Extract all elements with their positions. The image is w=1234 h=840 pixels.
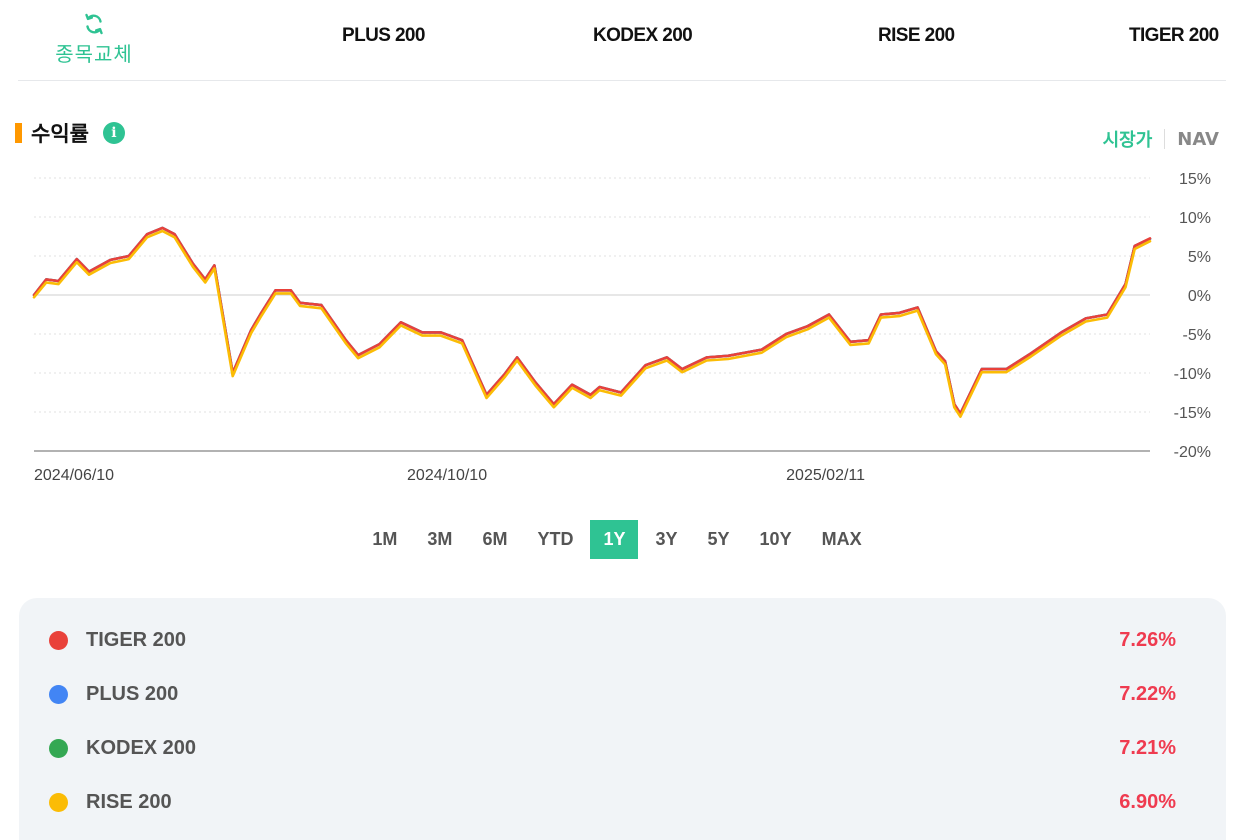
legend-dot bbox=[49, 630, 68, 650]
y-tick-label: -15% bbox=[1174, 405, 1211, 422]
period-selector: 1M 3M 6M YTD 1Y 3Y 5Y 10Y MAX bbox=[0, 520, 1234, 559]
legend-name[interactable]: KODEX 200 bbox=[86, 737, 196, 760]
section-title: 수익률 bbox=[31, 122, 89, 146]
returns-chart: 15% 10% 5% 0% -5% -10% -15% -20% 2024/06/10 2024/… bbox=[32, 171, 1211, 484]
legend-row: KODEX 200 7.21% bbox=[19, 733, 1226, 763]
chart-lines bbox=[32, 226, 1152, 419]
series-line-rise-200 bbox=[32, 229, 1152, 419]
period-5y[interactable]: 5Y bbox=[695, 520, 743, 559]
swap-label: 종목교체 bbox=[55, 42, 133, 66]
legend-name[interactable]: PLUS 200 bbox=[86, 683, 178, 706]
section-header: 수익률 i bbox=[15, 120, 125, 146]
fund-selector-bar: 종목교체 PLUS 200 KODEX 200 RISE 200 TIGER 2… bbox=[18, 0, 1226, 81]
period-max[interactable]: MAX bbox=[809, 520, 875, 559]
legend-name[interactable]: TIGER 200 bbox=[86, 629, 186, 652]
price-type-toggle: 시장가 NAV bbox=[1103, 126, 1219, 152]
period-1m[interactable]: 1M bbox=[359, 520, 410, 559]
legend-return: 7.21% bbox=[1119, 736, 1176, 759]
y-tick-label: 10% bbox=[1179, 210, 1211, 227]
y-tick-label: 0% bbox=[1188, 288, 1211, 305]
x-tick-label: 2025/02/11 bbox=[786, 467, 865, 484]
y-tick-label: 15% bbox=[1179, 171, 1211, 188]
series-line-plus-200 bbox=[32, 226, 1152, 415]
x-tick-label: 2024/10/10 bbox=[407, 467, 487, 484]
y-tick-label: -5% bbox=[1183, 327, 1211, 344]
period-1y[interactable]: 1Y bbox=[590, 520, 639, 559]
period-3m[interactable]: 3M bbox=[414, 520, 465, 559]
period-10y[interactable]: 10Y bbox=[747, 520, 805, 559]
refresh-icon bbox=[85, 13, 103, 35]
y-tick-label: -20% bbox=[1174, 444, 1211, 461]
toggle-divider bbox=[1164, 129, 1166, 149]
legend-row: RISE 200 6.90% bbox=[19, 787, 1226, 817]
fund-tab-rise-200[interactable]: RISE 200 bbox=[878, 25, 955, 47]
fund-tab-plus-200[interactable]: PLUS 200 bbox=[342, 25, 425, 47]
legend-name[interactable]: RISE 200 bbox=[86, 791, 172, 814]
toggle-market-price[interactable]: 시장가 bbox=[1103, 126, 1153, 152]
series-line-tiger-200 bbox=[32, 226, 1152, 415]
chart-labels: 15% 10% 5% 0% -5% -10% -15% -20% 2024/06/10 2024/… bbox=[34, 171, 1211, 484]
legend-return: 7.22% bbox=[1119, 682, 1176, 705]
legend-dot bbox=[49, 792, 68, 812]
period-ytd[interactable]: YTD bbox=[524, 520, 586, 559]
y-tick-label: -10% bbox=[1174, 366, 1211, 383]
legend-row: PLUS 200 7.22% bbox=[19, 679, 1226, 709]
title-marker bbox=[15, 123, 22, 143]
series-line-kodex-200 bbox=[32, 226, 1152, 415]
legend-row: TIGER 200 7.26% bbox=[19, 625, 1226, 655]
y-tick-label: 5% bbox=[1188, 249, 1211, 266]
returns-legend: TIGER 200 7.26% PLUS 200 7.22% KODEX 200… bbox=[19, 598, 1226, 840]
fund-tab-tiger-200[interactable]: TIGER 200 bbox=[1129, 25, 1219, 47]
legend-dot bbox=[49, 684, 68, 704]
period-6m[interactable]: 6M bbox=[469, 520, 520, 559]
legend-return: 6.90% bbox=[1119, 790, 1176, 813]
chart-grid bbox=[34, 177, 1150, 452]
toggle-nav[interactable]: NAV bbox=[1177, 129, 1219, 150]
x-tick-label: 2024/06/10 bbox=[34, 467, 114, 484]
swap-funds-button[interactable]: 종목교체 bbox=[54, 12, 134, 67]
legend-dot bbox=[49, 738, 68, 758]
fund-tab-kodex-200[interactable]: KODEX 200 bbox=[593, 25, 693, 47]
legend-return: 7.26% bbox=[1119, 628, 1176, 651]
info-icon[interactable]: i bbox=[102, 122, 125, 144]
period-3y[interactable]: 3Y bbox=[642, 520, 690, 559]
